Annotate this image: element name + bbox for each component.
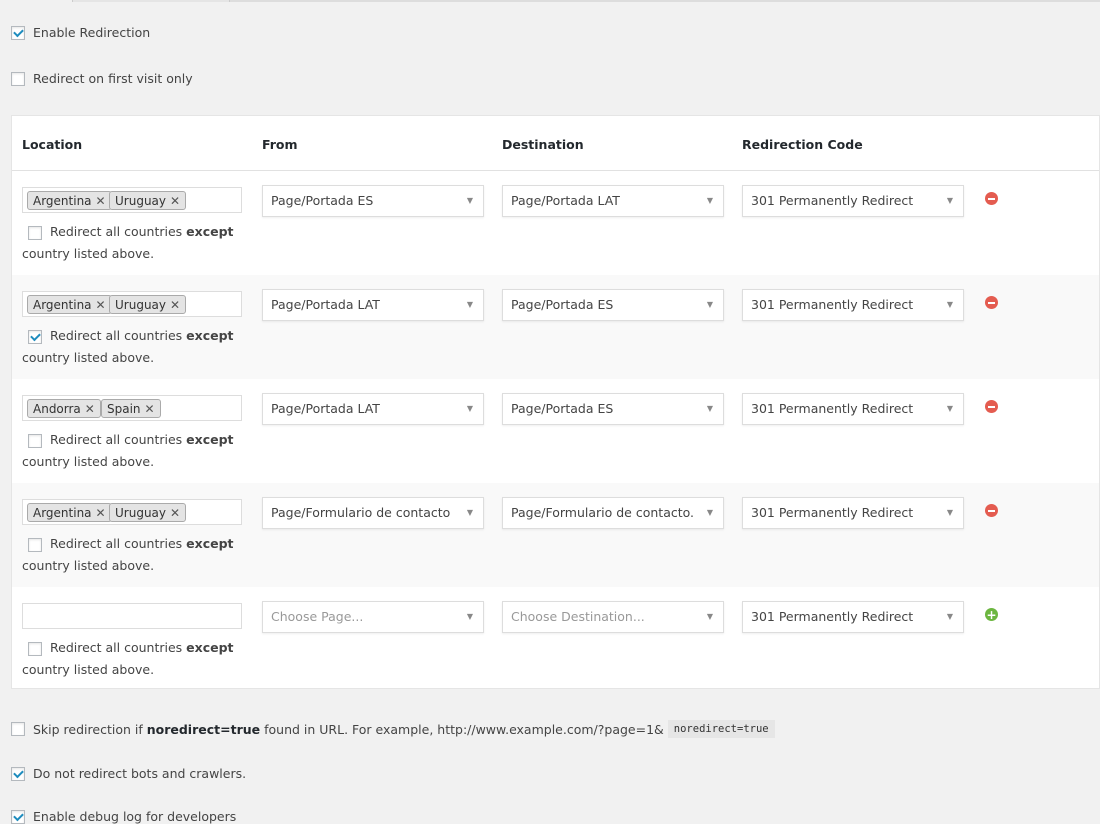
except-checkbox[interactable] (28, 329, 42, 344)
dropdown-arrow-icon: ▼ (706, 508, 713, 517)
except-checkbox[interactable] (28, 537, 42, 552)
redirection-code-select[interactable]: 301 Permanently Redirect ▼ (742, 185, 964, 217)
from-select[interactable]: Page/Portada ES ▼ (262, 185, 484, 217)
except-option: Redirect all countries except country lis… (22, 224, 234, 261)
enable-redirection-checkbox[interactable] (11, 25, 25, 40)
location-tag: Spain ✕ (101, 399, 161, 418)
dropdown-arrow-icon: ▼ (466, 612, 473, 621)
redirection-code-select[interactable]: 301 Permanently Redirect ▼ (742, 393, 964, 425)
location-tag: Uruguay ✕ (109, 295, 187, 314)
dropdown-arrow-icon: ▼ (466, 508, 473, 517)
tab-secondary[interactable] (72, 0, 230, 2)
new-rule-row: Redirect all countries except country lis… (12, 587, 1099, 691)
except-option: Redirect all countries except country lis… (22, 432, 234, 469)
except-checkbox[interactable] (28, 225, 42, 240)
debug-checkbox[interactable] (11, 809, 25, 824)
tag-remove-icon[interactable]: ✕ (170, 298, 180, 312)
tab-active[interactable] (0, 0, 72, 2)
enable-redirection-option[interactable]: Enable Redirection (11, 25, 150, 40)
dropdown-arrow-icon: ▼ (706, 300, 713, 309)
location-tag: Argentina ✕ (27, 191, 112, 210)
dropdown-arrow-icon: ▼ (946, 404, 953, 413)
dropdown-arrow-icon: ▼ (946, 196, 953, 205)
skip-redirection-checkbox[interactable] (11, 722, 25, 736)
redirection-rules-table: Location From Destination Redirection Co… (11, 115, 1100, 689)
table-row: Argentina ✕ Uruguay ✕ Redirect all countri… (12, 483, 1099, 587)
table-row: Argentina ✕ Uruguay ✕ Redirect all countri… (12, 275, 1099, 379)
except-option: Redirect all countries except country lis… (22, 536, 234, 573)
dropdown-arrow-icon: ▼ (466, 196, 473, 205)
dropdown-arrow-icon: ▼ (946, 508, 953, 517)
skip-redirection-option[interactable]: Skip redirection if noredirect=true foun… (11, 720, 775, 738)
tag-remove-icon[interactable]: ✕ (96, 298, 106, 312)
location-tag: Uruguay ✕ (109, 191, 187, 210)
except-option: Redirect all countries except country lis… (22, 328, 234, 365)
tag-remove-icon[interactable]: ✕ (96, 194, 106, 208)
tag-remove-icon[interactable]: ✕ (85, 402, 95, 416)
header-destination: Destination (502, 137, 584, 152)
tag-remove-icon[interactable]: ✕ (145, 402, 155, 416)
location-input[interactable]: Argentina ✕ Uruguay ✕ (22, 499, 242, 525)
noredirect-code: noredirect=true (667, 720, 775, 738)
bots-option[interactable]: Do not redirect bots and crawlers. (11, 766, 246, 781)
location-input[interactable]: Argentina ✕ Uruguay ✕ (22, 187, 242, 213)
except-option: Redirect all countries except country lis… (22, 640, 234, 677)
location-tag: Andorra ✕ (27, 399, 101, 418)
skip-redirection-label: Skip redirection if noredirect=true foun… (33, 721, 664, 737)
remove-row-icon[interactable] (985, 504, 998, 517)
location-tag: Uruguay ✕ (109, 503, 187, 522)
destination-select[interactable]: Choose Destination... ▼ (502, 601, 724, 633)
table-row: Argentina ✕ Uruguay ✕ Redirect all countri… (12, 171, 1099, 275)
location-input[interactable]: Andorra ✕ Spain ✕ (22, 395, 242, 421)
destination-select[interactable]: Page/Portada ES ▼ (502, 393, 724, 425)
header-location: Location (22, 137, 83, 152)
from-select[interactable]: Page/Portada LAT ▼ (262, 289, 484, 321)
destination-select[interactable]: Page/Formulario de contacto. ▼ (502, 497, 724, 529)
location-input[interactable] (22, 603, 242, 629)
dropdown-arrow-icon: ▼ (946, 300, 953, 309)
dropdown-arrow-icon: ▼ (946, 612, 953, 621)
bots-label: Do not redirect bots and crawlers. (33, 766, 247, 781)
location-input[interactable]: Argentina ✕ Uruguay ✕ (22, 291, 242, 317)
tag-remove-icon[interactable]: ✕ (170, 194, 180, 208)
first-visit-checkbox[interactable] (11, 71, 25, 86)
location-tag: Argentina ✕ (27, 503, 112, 522)
tag-remove-icon[interactable]: ✕ (170, 506, 180, 520)
destination-select[interactable]: Page/Portada LAT ▼ (502, 185, 724, 217)
debug-label: Enable debug log for developers (33, 809, 237, 824)
redirection-code-select[interactable]: 301 Permanently Redirect ▼ (742, 601, 964, 633)
from-select[interactable]: Choose Page... ▼ (262, 601, 484, 633)
dropdown-arrow-icon: ▼ (706, 612, 713, 621)
from-select[interactable]: Page/Formulario de contacto ▼ (262, 497, 484, 529)
from-select[interactable]: Page/Portada LAT ▼ (262, 393, 484, 425)
dropdown-arrow-icon: ▼ (466, 300, 473, 309)
add-row-icon[interactable]: + (985, 608, 998, 621)
tag-remove-icon[interactable]: ✕ (96, 506, 106, 520)
header-from: From (262, 137, 298, 152)
first-visit-option[interactable]: Redirect on first visit only (11, 71, 193, 86)
table-header: Location From Destination Redirection Co… (12, 116, 1099, 171)
dropdown-arrow-icon: ▼ (706, 196, 713, 205)
remove-row-icon[interactable] (985, 192, 998, 205)
settings-tabs (0, 0, 1100, 2)
enable-redirection-label: Enable Redirection (33, 25, 151, 40)
redirection-code-select[interactable]: 301 Permanently Redirect ▼ (742, 497, 964, 529)
except-checkbox[interactable] (28, 433, 42, 448)
location-tag: Argentina ✕ (27, 295, 112, 314)
destination-select[interactable]: Page/Portada ES ▼ (502, 289, 724, 321)
debug-option[interactable]: Enable debug log for developers (11, 809, 236, 824)
first-visit-label: Redirect on first visit only (33, 71, 193, 86)
dropdown-arrow-icon: ▼ (466, 404, 473, 413)
redirection-code-select[interactable]: 301 Permanently Redirect ▼ (742, 289, 964, 321)
dropdown-arrow-icon: ▼ (706, 404, 713, 413)
except-checkbox[interactable] (28, 641, 42, 656)
bots-checkbox[interactable] (11, 766, 25, 781)
table-row: Andorra ✕ Spain ✕ Redirect all countries e… (12, 379, 1099, 483)
remove-row-icon[interactable] (985, 400, 998, 413)
remove-row-icon[interactable] (985, 296, 998, 309)
header-redirection-code: Redirection Code (742, 137, 863, 152)
